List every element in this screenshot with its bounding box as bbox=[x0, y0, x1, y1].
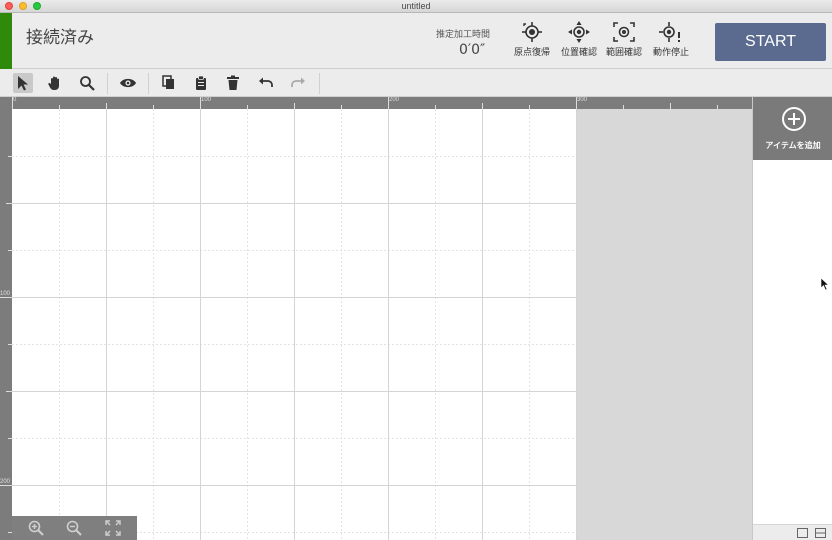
add-item-label: アイテムを追加 bbox=[765, 141, 821, 150]
stop-motion-button[interactable]: 動作停止 bbox=[648, 21, 694, 65]
window-title: untitled bbox=[401, 1, 431, 11]
zoom-tool-button[interactable] bbox=[77, 73, 97, 93]
zoom-controls bbox=[12, 516, 137, 540]
undo-button[interactable] bbox=[256, 73, 276, 93]
single-view-icon[interactable] bbox=[797, 528, 808, 538]
split-view-icon[interactable] bbox=[815, 528, 826, 538]
toolbar-divider bbox=[319, 73, 320, 94]
toolbar-divider bbox=[107, 73, 108, 94]
zoom-out-icon bbox=[66, 520, 82, 536]
panel-footer bbox=[753, 524, 832, 540]
estimated-time-label: 推定加工時間 bbox=[436, 30, 491, 40]
zoom-out-button[interactable] bbox=[64, 519, 84, 537]
fit-to-screen-button[interactable] bbox=[103, 519, 123, 537]
connection-status-indicator bbox=[0, 13, 12, 69]
ruler-horizontal: 0 100 200 300 bbox=[0, 97, 752, 109]
zoom-search-icon bbox=[80, 76, 95, 91]
window-titlebar: untitled bbox=[0, 0, 832, 13]
undo-icon bbox=[259, 77, 273, 87]
mouse-pointer-icon bbox=[820, 277, 830, 291]
home-origin-label: 原点復帰 bbox=[513, 48, 550, 58]
select-tool-button[interactable] bbox=[13, 73, 33, 93]
fit-screen-icon bbox=[105, 520, 121, 536]
ruler-vertical: 100 200 bbox=[0, 109, 12, 540]
pan-tool-button[interactable] bbox=[45, 73, 65, 93]
zoom-in-icon bbox=[28, 520, 44, 536]
ruler-label: 100 bbox=[0, 291, 11, 297]
preview-button[interactable] bbox=[118, 73, 138, 93]
position-check-button[interactable]: 位置確認 bbox=[556, 21, 602, 65]
zoom-in-button[interactable] bbox=[26, 519, 46, 537]
pan-hand-icon bbox=[48, 76, 59, 90]
ruler-label: 100 bbox=[201, 97, 212, 103]
home-origin-button[interactable]: 原点復帰 bbox=[509, 21, 555, 65]
ruler-label: 300 bbox=[577, 97, 588, 103]
header: 接続済み 推定加工時間 0′0″ 原点復帰 位置確認 範囲確認 動作停止 STA… bbox=[0, 13, 832, 69]
paste-icon bbox=[196, 75, 206, 90]
home-origin-icon bbox=[522, 22, 542, 42]
stop-motion-icon bbox=[659, 22, 680, 42]
toolbar bbox=[0, 70, 832, 97]
estimated-time-value: 0′0″ bbox=[459, 42, 486, 58]
add-item-button[interactable]: アイテムを追加 bbox=[753, 97, 832, 160]
copy-button[interactable] bbox=[159, 73, 179, 93]
item-panel: アイテムを追加 bbox=[752, 97, 832, 540]
delete-button[interactable] bbox=[223, 73, 243, 93]
toolbar-divider bbox=[148, 73, 149, 94]
redo-button[interactable] bbox=[288, 73, 308, 93]
position-check-icon bbox=[568, 21, 590, 43]
start-button[interactable]: START bbox=[715, 23, 826, 61]
stop-motion-label: 動作停止 bbox=[652, 48, 689, 58]
grid bbox=[12, 109, 577, 540]
work-area[interactable] bbox=[12, 109, 577, 540]
add-circle-icon bbox=[782, 107, 806, 131]
copy-icon bbox=[162, 75, 174, 89]
delete-trash-icon bbox=[227, 75, 239, 90]
position-check-label: 位置確認 bbox=[560, 48, 597, 58]
ruler-label: 200 bbox=[389, 97, 400, 103]
canvas-area[interactable] bbox=[12, 109, 752, 540]
select-arrow-icon bbox=[18, 76, 28, 91]
connection-status-text: 接続済み bbox=[26, 28, 94, 48]
paste-button[interactable] bbox=[191, 73, 211, 93]
range-check-label: 範囲確認 bbox=[605, 48, 642, 58]
range-check-button[interactable]: 範囲確認 bbox=[601, 21, 647, 65]
ruler-label: 0 bbox=[13, 97, 17, 103]
redo-icon bbox=[291, 77, 305, 87]
range-check-icon bbox=[613, 22, 635, 42]
ruler-label: 200 bbox=[0, 479, 11, 485]
preview-eye-icon bbox=[120, 78, 136, 88]
